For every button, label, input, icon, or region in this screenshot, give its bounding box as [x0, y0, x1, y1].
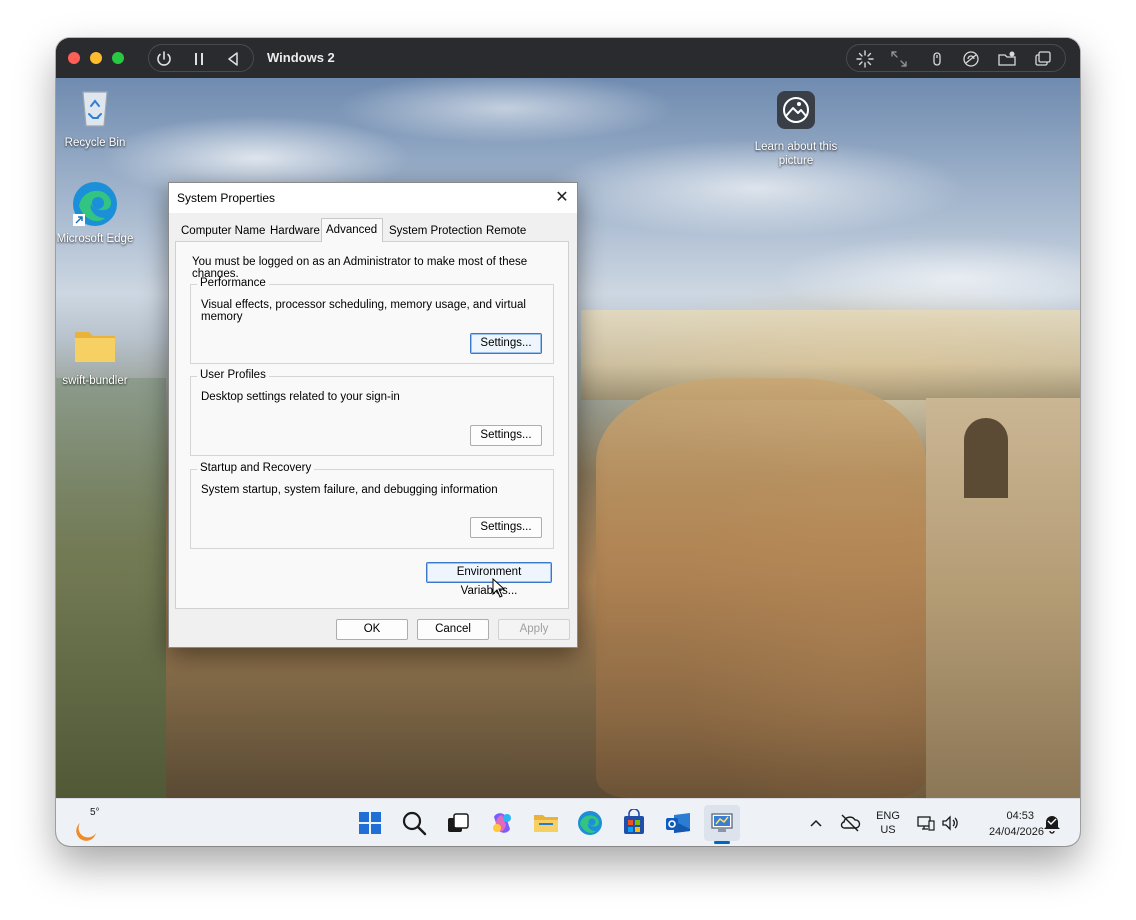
- environment-variables-button[interactable]: Environment Variables...: [426, 562, 552, 597]
- cancel-button[interactable]: Cancel: [417, 619, 489, 640]
- vm-window: Windows 2 Recycle Bin Microsoft Edge swi…: [56, 38, 1080, 846]
- window-icon[interactable]: [1033, 49, 1053, 69]
- power-icon[interactable]: [154, 49, 174, 69]
- folder-icon: [71, 322, 119, 370]
- advanced-tab-panel: You must be logged on as an Administrato…: [175, 241, 569, 609]
- task-view-icon[interactable]: [444, 809, 472, 837]
- startup-recovery-group: Startup and Recovery System startup, sys…: [190, 462, 554, 549]
- active-app-indicator: [714, 841, 730, 844]
- learn-about-picture-label: Learn about this picture: [754, 141, 838, 167]
- pause-icon[interactable]: [189, 49, 209, 69]
- wallpaper-bridge-arch: [964, 418, 1008, 498]
- usb-icon[interactable]: [927, 49, 947, 69]
- performance-group: Performance Visual effects, processor sc…: [190, 277, 554, 364]
- outlook-icon[interactable]: [664, 809, 692, 837]
- search-icon[interactable]: [400, 809, 428, 837]
- language-indicator[interactable]: ENG US: [868, 809, 908, 837]
- desktop-icon-learn-about-picture[interactable]: Learn about this picture: [754, 88, 838, 168]
- close-window-button[interactable]: [68, 52, 80, 64]
- desktop-icon-swift-bundler[interactable]: swift-bundler: [56, 322, 137, 388]
- back-icon[interactable]: [223, 49, 243, 69]
- taskbar: 5° ENG US 04:53 24/04/2026: [56, 798, 1080, 846]
- copilot-icon[interactable]: [488, 809, 516, 837]
- dialog-title: System Properties: [177, 191, 276, 205]
- startup-recovery-label: Startup and Recovery: [197, 462, 315, 474]
- performance-description: Visual effects, processor scheduling, me…: [201, 299, 526, 323]
- vm-title: Windows 2: [267, 50, 335, 65]
- zoom-window-button[interactable]: [112, 52, 124, 64]
- startup-recovery-settings-button[interactable]: Settings...: [470, 517, 542, 538]
- performance-settings-button[interactable]: Settings...: [470, 333, 542, 354]
- system-properties-icon[interactable]: [708, 809, 736, 837]
- apply-button[interactable]: Apply: [498, 619, 570, 640]
- language-code: ENG: [876, 810, 900, 822]
- network-icon[interactable]: [961, 49, 981, 69]
- swift-bundler-label: swift-bundler: [62, 375, 128, 387]
- tab-computer-name[interactable]: Computer Name: [177, 221, 269, 241]
- volume-icon[interactable]: [940, 813, 960, 833]
- store-icon[interactable]: [620, 809, 648, 837]
- edge-icon[interactable]: [576, 809, 604, 837]
- tab-system-protection[interactable]: System Protection: [385, 221, 486, 241]
- desktop-icon-edge[interactable]: Microsoft Edge: [56, 180, 137, 246]
- notification-bell-icon[interactable]: [1042, 812, 1062, 834]
- chevron-up-icon[interactable]: [808, 815, 824, 831]
- startup-recovery-description: System startup, system failure, and debu…: [201, 484, 498, 496]
- cloud-offline-icon[interactable]: [839, 812, 861, 834]
- wallpaper-valley: [56, 378, 166, 798]
- system-properties-dialog: System Properties ✕ Computer Name Hardwa…: [168, 182, 578, 648]
- performance-label: Performance: [197, 277, 269, 289]
- weather-widget[interactable]: 5°: [74, 807, 110, 841]
- vm-titlebar: Windows 2: [56, 38, 1080, 78]
- clock-date: 24/04/2026: [988, 826, 1044, 838]
- windows-start-icon[interactable]: [356, 809, 384, 837]
- user-profiles-description: Desktop settings related to your sign-in: [201, 391, 400, 403]
- recycle-bin-label: Recycle Bin: [64, 137, 126, 149]
- close-icon[interactable]: ✕: [549, 187, 575, 209]
- desktop-icon-recycle-bin[interactable]: Recycle Bin: [56, 84, 137, 150]
- file-explorer-icon[interactable]: [532, 809, 560, 837]
- tab-remote[interactable]: Remote: [482, 221, 530, 241]
- edge-icon: [71, 180, 119, 228]
- shared-folder-icon[interactable]: [997, 49, 1017, 69]
- vm-toolbar-group: [846, 44, 1066, 72]
- edge-label: Microsoft Edge: [56, 233, 134, 245]
- recycle-bin-icon: [71, 84, 119, 132]
- cursor-icon[interactable]: [855, 49, 875, 69]
- network-icon[interactable]: [916, 813, 936, 833]
- vm-control-group: [148, 44, 254, 72]
- user-profiles-label: User Profiles: [197, 369, 269, 381]
- weather-temp: 5°: [90, 807, 100, 818]
- clock[interactable]: 04:53 24/04/2026: [968, 808, 1044, 840]
- minimize-window-button[interactable]: [90, 52, 102, 64]
- tab-hardware[interactable]: Hardware: [266, 221, 324, 241]
- ok-button[interactable]: OK: [336, 619, 408, 640]
- resize-icon[interactable]: [889, 49, 909, 69]
- desktop[interactable]: Recycle Bin Microsoft Edge swift-bundler…: [56, 78, 1080, 798]
- clock-time: 04:53: [1006, 810, 1034, 822]
- wallpaper-cliff: [596, 378, 926, 798]
- user-profiles-group: User Profiles Desktop settings related t…: [190, 369, 554, 456]
- mouse-cursor-icon: [492, 578, 506, 598]
- tab-advanced[interactable]: Advanced: [321, 218, 383, 242]
- learn-about-picture-icon: [772, 88, 820, 136]
- user-profiles-settings-button[interactable]: Settings...: [470, 425, 542, 446]
- region-code: US: [880, 824, 896, 836]
- dialog-titlebar: System Properties ✕: [169, 183, 577, 213]
